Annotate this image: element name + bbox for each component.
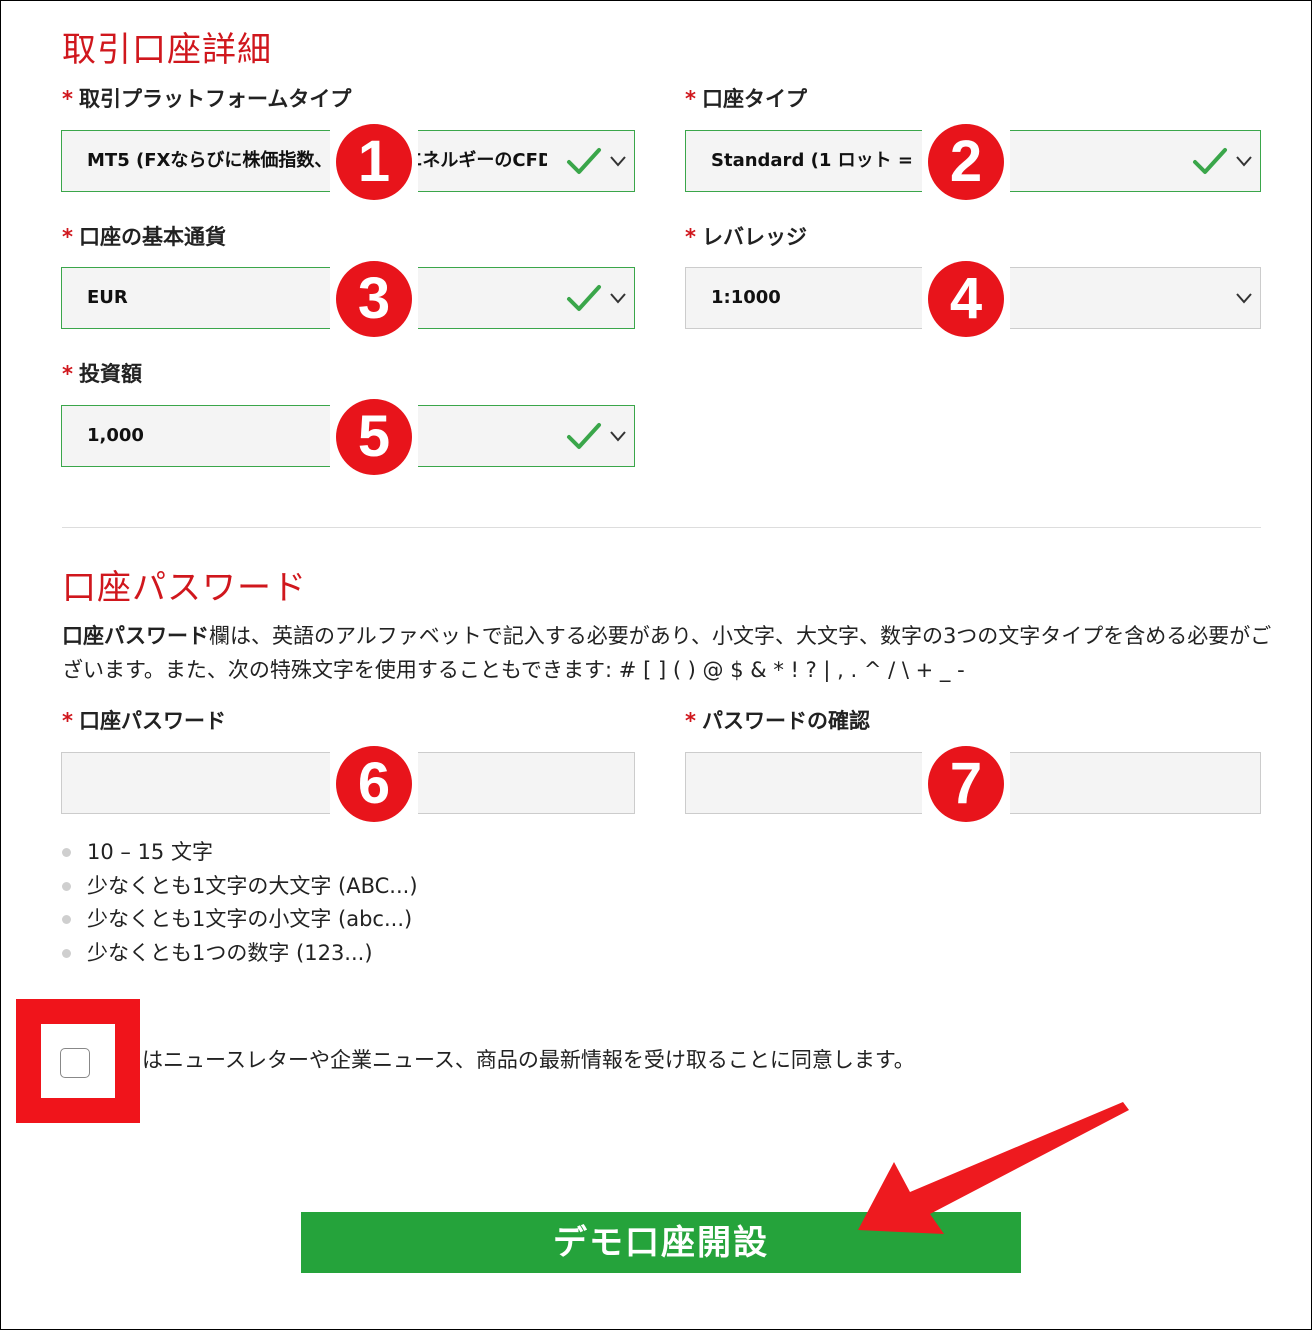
- password-rules-list: 10 – 15 文字 少なくとも1文字の大文字 (ABC...) 少なくとも1文…: [62, 836, 418, 970]
- label-investment-amount: * 投資額: [62, 362, 142, 386]
- newsletter-consent-label: はニュースレターや企業ニュース、商品の最新情報を受け取ることに同意します。: [142, 1048, 915, 1072]
- section-divider: [62, 527, 1261, 528]
- label-password-confirm: * パスワードの確認: [685, 709, 870, 733]
- chevron-down-icon: [610, 431, 626, 442]
- label-account-password: * 口座パスワード: [62, 709, 226, 733]
- label-platform-type: * 取引プラットフォームタイプ: [62, 87, 352, 111]
- check-icon: [567, 285, 601, 311]
- account-type-value: Standard (1 ロット = 100,000): [711, 150, 921, 171]
- chevron-down-icon: [610, 156, 626, 167]
- newsletter-consent-checkbox[interactable]: [60, 1048, 90, 1078]
- step-badge-4: 4: [928, 261, 1004, 337]
- platform-type-value: MT5 (FXならびに株価指数、貴金属、エネルギーのCFD): [87, 150, 547, 171]
- step-badge-2: 2: [928, 124, 1004, 200]
- check-icon: [567, 148, 601, 174]
- step-badge-3: 3: [336, 261, 412, 337]
- list-item: 少なくとも1文字の大文字 (ABC...): [62, 870, 418, 904]
- chevron-down-icon: [1236, 293, 1252, 304]
- label-account-type: * 口座タイプ: [685, 87, 807, 111]
- label-base-currency: * 口座の基本通貨: [62, 225, 226, 249]
- leverage-value: 1:1000: [711, 287, 781, 308]
- list-item: 10 – 15 文字: [62, 836, 418, 870]
- chevron-down-icon: [1236, 156, 1252, 167]
- list-item: 少なくとも1つの数字 (123...): [62, 937, 418, 971]
- check-icon: [1193, 148, 1227, 174]
- base-currency-value: EUR: [87, 287, 128, 308]
- step-badge-1: 1: [336, 124, 412, 200]
- step-badge-5: 5: [336, 399, 412, 475]
- pointer-arrow-icon: [858, 1102, 1129, 1234]
- section-title-password: 口座パスワード: [62, 568, 307, 608]
- step-badge-6: 6: [336, 746, 412, 822]
- chevron-down-icon: [610, 293, 626, 304]
- step-badge-7: 7: [928, 746, 1004, 822]
- check-icon: [567, 423, 601, 449]
- investment-amount-value: 1,000: [87, 425, 144, 446]
- label-leverage: * レバレッジ: [685, 225, 807, 249]
- section-title-trading: 取引口座詳細: [62, 30, 272, 70]
- password-description: 口座パスワード欄は、英語のアルファベットで記入する必要があり、小文字、大文字、数…: [62, 624, 1272, 682]
- list-item: 少なくとも1文字の小文字 (abc...): [62, 903, 418, 937]
